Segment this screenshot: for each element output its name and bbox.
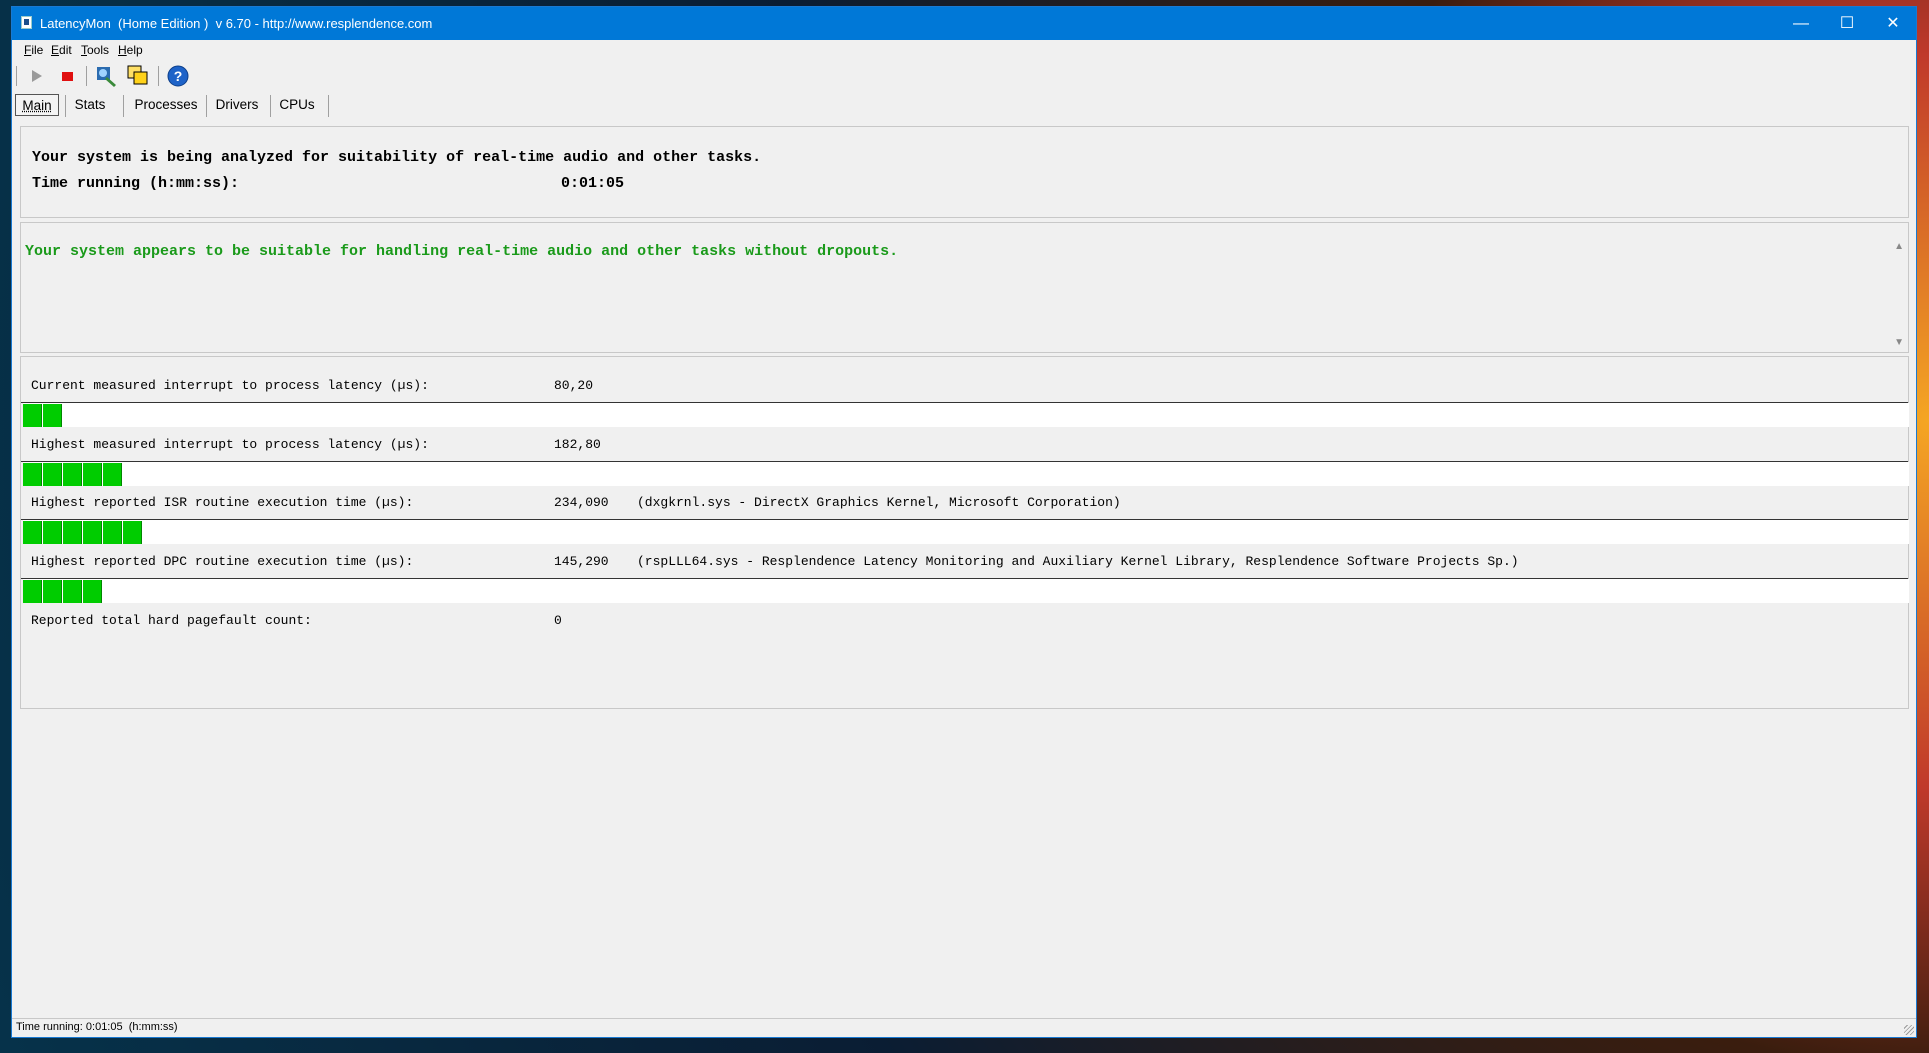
- menu-help[interactable]: Help: [118, 43, 143, 57]
- tab-cpus-label: CPUs: [279, 97, 315, 112]
- meter-segment: [83, 463, 102, 486]
- stop-icon[interactable]: [56, 64, 80, 88]
- metric-value: 0: [554, 613, 562, 628]
- resize-grip[interactable]: [1904, 1025, 1914, 1035]
- title-bar[interactable]: LatencyMon (Home Edition ) v 6.70 - http…: [12, 7, 1916, 40]
- tab-processes[interactable]: Processes: [133, 94, 199, 116]
- tab-processes-label: Processes: [134, 97, 198, 112]
- meter-segment: [23, 521, 42, 544]
- status-text: Time running: 0:01:05 (h:mm:ss): [16, 1021, 178, 1033]
- metric-detail: (rspLLL64.sys - Resplendence Latency Mon…: [637, 554, 1519, 569]
- menu-tools[interactable]: Tools: [81, 43, 109, 57]
- meter-segment: [23, 580, 42, 603]
- play-icon[interactable]: [24, 64, 48, 88]
- status-bar: Time running: 0:01:05 (h:mm:ss): [12, 1018, 1916, 1037]
- tab-main[interactable]: Main: [15, 94, 59, 116]
- analyze-icon[interactable]: [94, 64, 118, 88]
- tab-separator: [328, 95, 329, 117]
- meter-segment: [43, 521, 62, 544]
- meter-segment: [23, 463, 42, 486]
- metrics-panel: Current measured interrupt to process la…: [20, 356, 1909, 709]
- svg-text:?: ?: [174, 68, 183, 84]
- metric-label: Reported total hard pagefault count:: [31, 613, 312, 628]
- meter-segment: [63, 463, 82, 486]
- result-panel: Your system appears to be suitable for h…: [20, 222, 1909, 353]
- dpc-meter: [23, 579, 1909, 603]
- latencymon-window: LatencyMon (Home Edition ) v 6.70 - http…: [11, 6, 1917, 1038]
- tab-cpus[interactable]: CPUs: [279, 94, 315, 116]
- isr-meter: [23, 520, 1909, 544]
- metric-value: 182,80: [554, 437, 601, 452]
- scroll-up-icon[interactable]: ▲: [1894, 241, 1904, 252]
- meter-segment: [63, 580, 82, 603]
- tab-separator: [65, 95, 66, 117]
- meter-segment: [63, 521, 82, 544]
- tab-separator: [206, 95, 207, 117]
- toolbar-separator: [158, 66, 159, 86]
- meter-segment: [23, 404, 42, 427]
- time-running-label: Time running (h:mm:ss):: [32, 175, 240, 192]
- menu-bar: File Edit Tools Help: [12, 40, 1916, 60]
- tab-separator: [270, 95, 271, 117]
- metric-value: 145,290: [554, 554, 609, 569]
- result-text: Your system appears to be suitable for h…: [25, 243, 899, 260]
- latency-meter: [23, 403, 1909, 427]
- meter-segment: [123, 521, 142, 544]
- time-running-value: 0:01:05: [561, 175, 625, 192]
- metric-label: Current measured interrupt to process la…: [31, 378, 429, 393]
- metric-value: 80,20: [554, 378, 594, 393]
- toolbar-grip: [16, 66, 17, 86]
- windows-icon[interactable]: [126, 64, 150, 88]
- meter-segment: [103, 463, 122, 486]
- tab-drivers[interactable]: Drivers: [214, 94, 260, 116]
- latency-meter: [23, 462, 1909, 486]
- tab-stats-label: Stats: [74, 97, 106, 112]
- menu-file[interactable]: File: [24, 43, 43, 57]
- help-icon[interactable]: ?: [166, 64, 190, 88]
- analysis-status-text: Your system is being analyzed for suitab…: [32, 149, 762, 166]
- maximize-button[interactable]: ☐: [1824, 7, 1870, 40]
- tab-bar: Main Stats Processes Drivers CPUs: [12, 93, 1916, 119]
- metric-label: Highest measured interrupt to process la…: [31, 437, 429, 452]
- meter-segment: [43, 580, 62, 603]
- analysis-header-panel: Your system is being analyzed for suitab…: [20, 126, 1909, 218]
- tab-main-label: Main: [22, 98, 52, 113]
- meter-segment: [43, 463, 62, 486]
- tab-separator: [123, 95, 124, 117]
- meter-segment: [83, 521, 102, 544]
- meter-segment: [103, 521, 122, 544]
- tab-stats[interactable]: Stats: [72, 94, 108, 116]
- menu-edit[interactable]: Edit: [51, 43, 72, 57]
- minimize-button[interactable]: —: [1778, 7, 1824, 40]
- metric-label: Highest reported ISR routine execution t…: [31, 495, 414, 510]
- tab-drivers-label: Drivers: [215, 97, 259, 112]
- toolbar: ?: [12, 62, 1916, 90]
- metric-detail: (dxgkrnl.sys - DirectX Graphics Kernel, …: [637, 495, 1121, 510]
- close-button[interactable]: ✕: [1870, 7, 1916, 40]
- toolbar-separator: [86, 66, 87, 86]
- metric-value: 234,090: [554, 495, 609, 510]
- scroll-down-icon[interactable]: ▼: [1894, 337, 1904, 348]
- metric-label: Highest reported DPC routine execution t…: [31, 554, 414, 569]
- app-icon: [21, 16, 32, 29]
- window-title: LatencyMon (Home Edition ) v 6.70 - http…: [40, 16, 433, 31]
- meter-segment: [43, 404, 62, 427]
- meter-segment: [83, 580, 102, 603]
